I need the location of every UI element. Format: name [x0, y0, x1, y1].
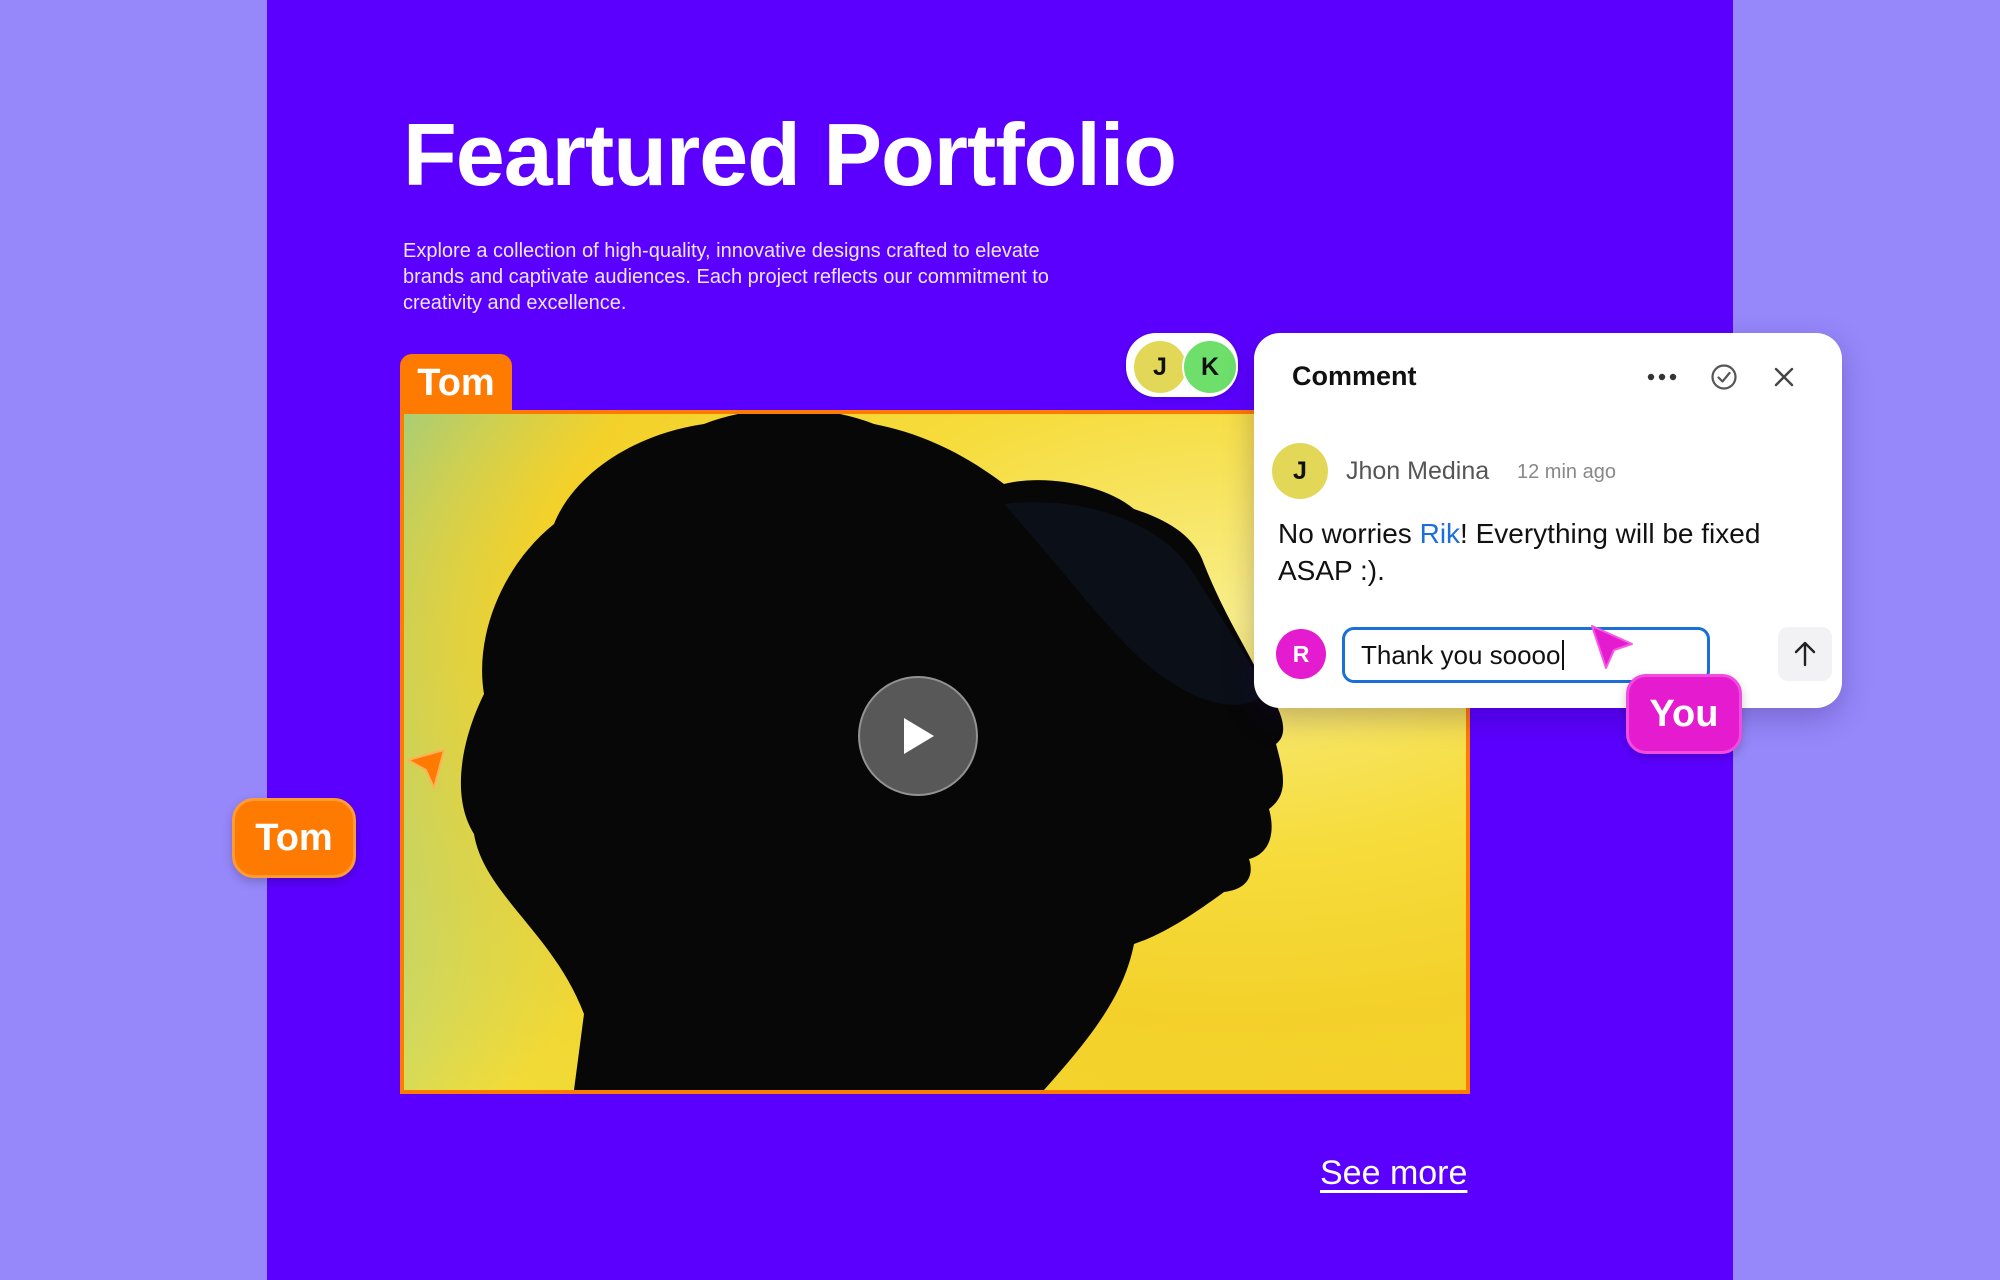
close-button[interactable]	[1762, 355, 1806, 399]
reply-input-value: Thank you soooo	[1361, 639, 1561, 670]
arrow-up-icon	[1794, 641, 1816, 667]
reply-user-avatar: R	[1276, 629, 1326, 679]
you-cursor-label: You	[1626, 674, 1742, 754]
close-icon	[1774, 367, 1794, 387]
tom-cursor-label: Tom	[232, 798, 356, 878]
resolve-button[interactable]	[1702, 355, 1746, 399]
collaborator-avatars[interactable]: J K	[1126, 333, 1238, 397]
frame-owner-tag: Tom	[400, 354, 512, 412]
page-subtitle: Explore a collection of high-quality, in…	[403, 240, 1049, 314]
more-options-button[interactable]	[1640, 355, 1684, 399]
user-mention[interactable]: Rik	[1420, 518, 1460, 549]
check-circle-icon	[1711, 364, 1737, 390]
page-title: Feartured Portfolio	[403, 105, 1177, 204]
comment-title: Comment	[1292, 361, 1417, 391]
send-button[interactable]	[1778, 627, 1832, 681]
comment-panel: Comment J Jhon Medina 12 min ago No worr…	[1254, 333, 1842, 708]
comment-text: No worries Rik! Everything will be fixed…	[1278, 515, 1818, 589]
avatar[interactable]: J	[1132, 339, 1188, 395]
tom-cursor-icon	[407, 749, 445, 789]
play-icon	[904, 718, 934, 754]
author-name: Jhon Medina	[1346, 457, 1490, 485]
comment-text-start: No worries	[1278, 518, 1420, 549]
avatar[interactable]: K	[1182, 339, 1238, 395]
play-button[interactable]	[858, 676, 978, 796]
author-avatar: J	[1272, 443, 1328, 499]
see-more-link[interactable]: See more	[1320, 1154, 1467, 1193]
text-caret	[1562, 640, 1565, 670]
comment-timestamp: 12 min ago	[1517, 461, 1616, 483]
more-horizontal-icon	[1647, 373, 1677, 381]
you-cursor-icon	[1591, 625, 1633, 669]
